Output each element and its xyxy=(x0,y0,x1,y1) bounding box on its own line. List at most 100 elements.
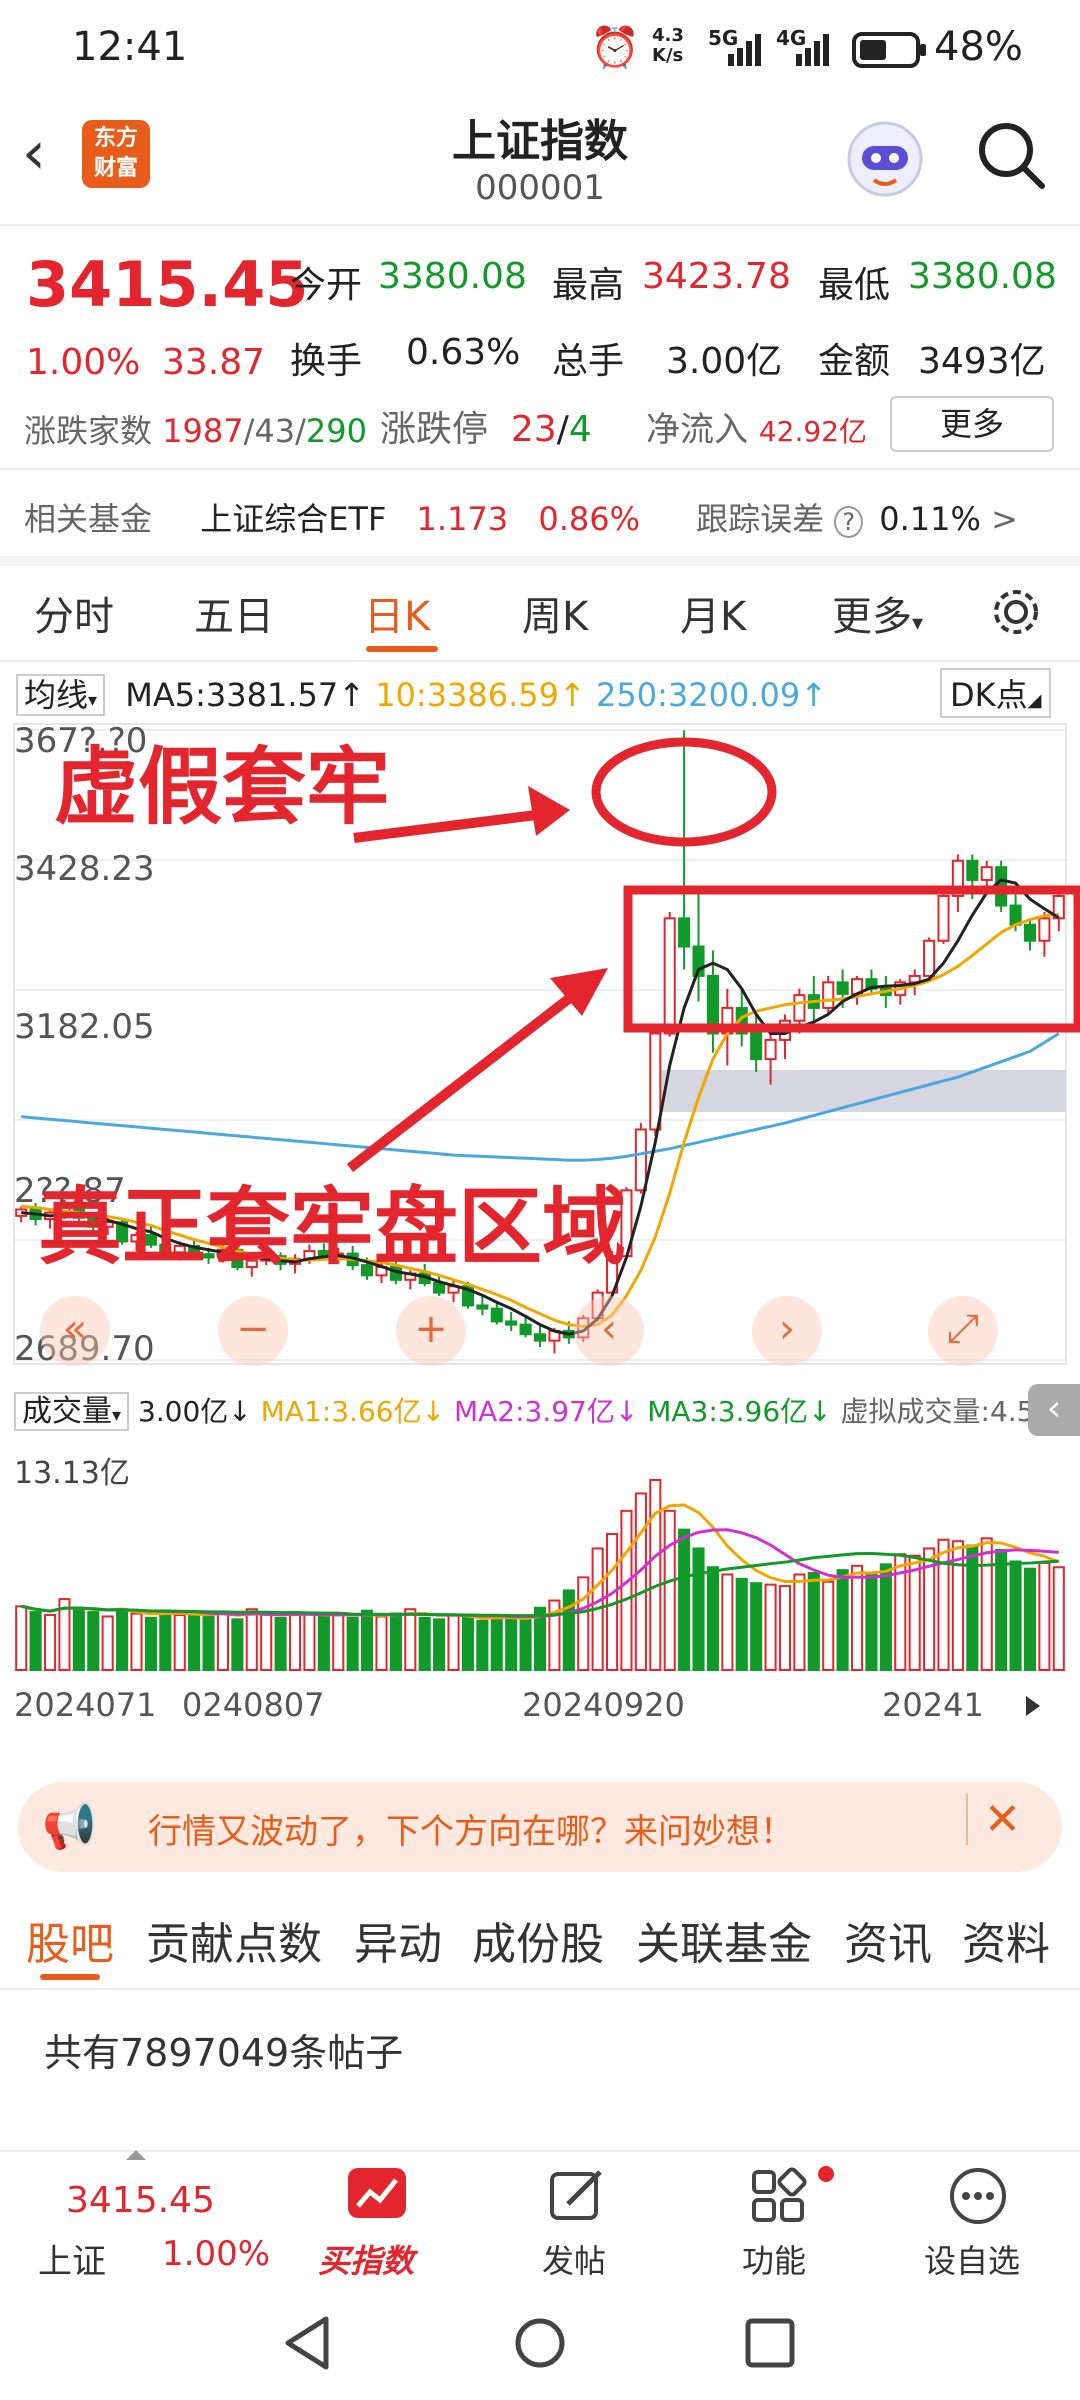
add-favorite-icon[interactable] xyxy=(948,2166,1008,2226)
add-favorite-label[interactable]: 设自选 xyxy=(924,2236,1020,2282)
volume-label: 总手 xyxy=(552,341,625,382)
ai-promo-banner[interactable]: 📢 行情又波动了，下个方向在哪？来问妙想！ ✕ xyxy=(18,1782,1062,1872)
current-price: 3415.45 xyxy=(26,248,309,321)
volume-bar xyxy=(303,1612,316,1671)
tab-anomaly[interactable]: 异动 xyxy=(354,1908,442,1972)
signal-bars-icon xyxy=(728,34,761,66)
volume-bar xyxy=(476,1619,489,1671)
low-value: 3380.08 xyxy=(908,256,1057,297)
low-label: 最低 xyxy=(818,265,891,306)
volume-bar xyxy=(231,1618,244,1671)
volume-bar xyxy=(793,1573,806,1672)
notification-dot xyxy=(818,2166,834,2182)
buy-index-label[interactable]: 买指数 xyxy=(318,2236,414,2282)
tab-profile[interactable]: 资料 xyxy=(962,1908,1050,1972)
tab-five-day[interactable]: 五日 xyxy=(194,584,274,642)
volume-bar xyxy=(130,1612,143,1671)
banner-text: 行情又波动了，下个方向在哪？来问妙想！ xyxy=(148,1812,794,1852)
tab-daily-k[interactable]: 日K xyxy=(364,584,430,642)
tab-contribution[interactable]: 贡献点数 xyxy=(146,1908,322,1972)
chart-right-icon[interactable]: › xyxy=(752,1296,822,1366)
high-value: 3423.78 xyxy=(642,256,791,297)
volume-bar xyxy=(807,1572,820,1671)
active-tab-indicator xyxy=(366,646,438,652)
breadth: 涨跌家数 1987/43/290 xyxy=(24,412,367,450)
volume-bar xyxy=(188,1612,201,1671)
battery-level: 48% xyxy=(934,24,1023,70)
tab-forum[interactable]: 股吧 xyxy=(26,1908,114,1972)
search-icon[interactable] xyxy=(976,120,1048,192)
volume-selector[interactable]: 成交量▾ xyxy=(14,1392,130,1431)
volume-bar xyxy=(764,1583,777,1671)
x-axis-label: 0240807 xyxy=(182,1686,325,1724)
divider xyxy=(0,1988,1080,1990)
volume-bar xyxy=(1038,1561,1051,1672)
tab-monthly-k[interactable]: 月K xyxy=(680,584,746,642)
tab-news[interactable]: 资讯 xyxy=(844,1908,932,1972)
volume-bar xyxy=(346,1616,359,1672)
tab-intraday[interactable]: 分时 xyxy=(34,584,114,642)
system-nav-bar xyxy=(0,2285,1080,2400)
high-label: 最高 xyxy=(552,265,625,306)
chart-prev-icon[interactable]: « xyxy=(40,1296,110,1366)
tab-weekly-k[interactable]: 周K xyxy=(522,584,588,642)
divider xyxy=(0,556,1080,566)
expand-up-icon[interactable] xyxy=(126,2150,146,2160)
function-grid-icon[interactable] xyxy=(748,2166,808,2226)
related-fund-row[interactable]: 相关基金 上证综合ETF 1.173 0.86% 跟踪误差 ? 0.11% > xyxy=(24,494,1064,540)
bottom-index-name[interactable]: 上证 xyxy=(38,2234,106,2283)
volume-bar xyxy=(404,1608,417,1671)
settings-gear-icon[interactable] xyxy=(988,584,1044,640)
function-label[interactable]: 功能 xyxy=(742,2236,806,2282)
volume-bar xyxy=(116,1608,129,1671)
volume-bar xyxy=(202,1615,215,1672)
chart-left-icon[interactable]: ‹ xyxy=(574,1296,644,1366)
volume-bar xyxy=(490,1615,503,1672)
volume-bar xyxy=(101,1615,114,1672)
volume-bar xyxy=(447,1614,460,1671)
turnover-label: 换手 xyxy=(290,341,363,382)
volume-bar xyxy=(159,1609,172,1672)
volume-bar xyxy=(822,1580,835,1672)
system-home-icon[interactable] xyxy=(512,2315,568,2371)
volume-bar xyxy=(1023,1567,1037,1672)
volume-bar xyxy=(865,1573,878,1672)
bottom-index-pct[interactable]: 1.00% xyxy=(162,2234,270,2274)
compose-post-icon[interactable] xyxy=(546,2166,606,2226)
system-back-icon[interactable] xyxy=(282,2315,332,2371)
volume-bar xyxy=(836,1569,849,1672)
more-button[interactable]: 更多 xyxy=(890,396,1054,452)
zoom-out-icon[interactable]: − xyxy=(218,1296,288,1366)
volume-bar xyxy=(418,1616,431,1672)
volume-bar xyxy=(216,1611,230,1672)
close-banner-icon[interactable]: ✕ xyxy=(966,1794,1021,1845)
volume-bar xyxy=(317,1615,330,1672)
volume-bar xyxy=(649,1479,662,1671)
volume-bar xyxy=(505,1616,518,1672)
amount-label: 金额 xyxy=(818,341,891,382)
volume-bar xyxy=(908,1554,921,1671)
limit-up-down: 涨跌停 23/4 xyxy=(380,409,592,450)
bottom-index-price[interactable]: 3415.45 xyxy=(66,2180,215,2221)
tab-related-funds[interactable]: 关联基金 xyxy=(636,1908,812,1972)
arrow-head-1 xyxy=(528,786,570,836)
system-recents-icon[interactable] xyxy=(744,2317,796,2369)
highlight-box xyxy=(623,885,1080,1033)
volume-bar xyxy=(361,1609,374,1672)
volume-bar xyxy=(433,1618,446,1671)
robot-avatar-icon[interactable] xyxy=(844,118,926,200)
volume-bar xyxy=(750,1582,763,1671)
post-label[interactable]: 发帖 xyxy=(542,2236,606,2282)
volume-bar xyxy=(87,1611,100,1672)
tab-more[interactable]: 更多▾ xyxy=(832,584,923,642)
volume-value: 3.00亿 xyxy=(666,341,783,382)
volume-bar xyxy=(288,1611,302,1672)
arrow-line-1 xyxy=(353,807,561,843)
collapse-panel-icon[interactable]: ‹ xyxy=(1028,1384,1080,1436)
volume-bar xyxy=(332,1614,345,1671)
amount-value: 3493亿 xyxy=(918,341,1046,382)
buy-index-icon[interactable] xyxy=(346,2166,408,2222)
fullscreen-icon[interactable]: ⤢ xyxy=(928,1296,998,1366)
tab-constituents[interactable]: 成份股 xyxy=(472,1908,604,1972)
zoom-in-icon[interactable]: + xyxy=(396,1296,466,1366)
